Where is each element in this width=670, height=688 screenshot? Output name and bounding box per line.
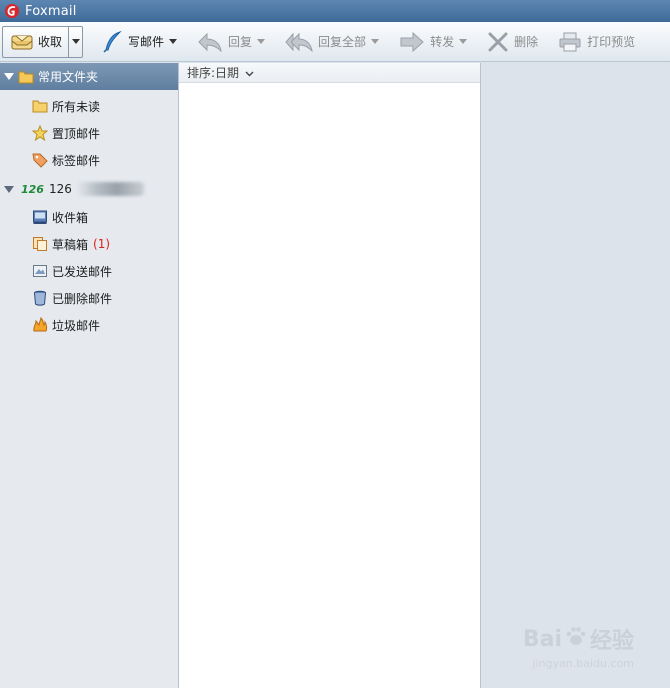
favorites-header-label: 常用文件夹 — [38, 70, 99, 84]
receive-main[interactable]: 收取 — [3, 27, 68, 57]
sidebar-item-label: 已删除邮件 — [52, 291, 113, 306]
junk-icon — [32, 317, 48, 333]
forward-arrow-icon — [399, 31, 425, 52]
delete-button[interactable]: 删除 — [481, 26, 544, 58]
folder-icon — [18, 70, 34, 84]
sidebar-item-all-unread[interactable]: 所有未读 — [32, 97, 100, 115]
account-name: 126 — [48, 182, 72, 196]
trash-icon — [32, 290, 48, 306]
reply-button[interactable]: 回复 — [191, 26, 271, 58]
compose-label: 写邮件 — [128, 35, 165, 49]
chevron-down-icon[interactable] — [245, 66, 254, 80]
sidebar-item-label: 所有未读 — [52, 99, 101, 114]
sidebar-item-tagged[interactable]: 标签邮件 — [32, 151, 100, 169]
reply-all-button[interactable]: 回复全部 — [279, 26, 385, 58]
receive-label: 收取 — [38, 35, 63, 49]
sidebar-item-label: 垃圾邮件 — [52, 318, 101, 333]
forward-label: 转发 — [430, 35, 455, 49]
reading-pane — [481, 63, 670, 688]
chevron-down-icon[interactable] — [169, 39, 178, 44]
folder-sidebar: 常用文件夹 所有未读 置顶邮件 标签邮件 126 126 收件箱 草稿箱 (1)… — [0, 63, 179, 688]
tag-icon — [32, 152, 48, 168]
sort-selector[interactable]: 排序:日期 — [179, 63, 480, 83]
blurred-account-address — [75, 182, 144, 196]
sidebar-item-drafts[interactable]: 草稿箱 (1) — [32, 235, 110, 253]
sent-icon — [32, 263, 48, 279]
foxmail-logo-icon — [4, 3, 20, 19]
chevron-down-icon[interactable] — [257, 39, 266, 44]
reply-label: 回复 — [228, 35, 253, 49]
title-bar: Foxmail — [0, 0, 670, 22]
sidebar-item-sent[interactable]: 已发送邮件 — [32, 262, 112, 280]
sidebar-item-junk[interactable]: 垃圾邮件 — [32, 316, 100, 334]
mail-list-pane: 排序:日期 — [179, 63, 481, 688]
watermark-brand-suffix: 经验 — [589, 629, 634, 654]
126-logo-icon: 126 — [21, 182, 44, 196]
inbox-icon — [32, 209, 48, 225]
reply-all-arrow-icon — [285, 32, 313, 52]
chevron-down-icon — [71, 39, 80, 44]
delete-label: 删除 — [514, 35, 539, 49]
sort-label: 排序:日期 — [187, 66, 240, 80]
paw-icon — [565, 625, 587, 653]
sidebar-item-inbox[interactable]: 收件箱 — [32, 208, 88, 226]
receive-dropdown[interactable] — [68, 26, 82, 57]
collapse-triangle-icon[interactable] — [4, 73, 14, 80]
envelope-icon — [11, 33, 33, 51]
sidebar-item-label: 已发送邮件 — [52, 264, 113, 279]
window-title: Foxmail — [25, 3, 77, 19]
sidebar-item-label: 标签邮件 — [52, 153, 101, 168]
baidu-jingyan-watermark: Bai 经验 jingyan.baidu.com — [522, 623, 634, 671]
print-preview-button[interactable]: 打印预览 — [552, 26, 641, 58]
sidebar-item-label: 置顶邮件 — [52, 126, 101, 141]
chevron-down-icon[interactable] — [371, 39, 380, 44]
sidebar-item-label: 收件箱 — [52, 210, 89, 225]
receive-button[interactable]: 收取 — [2, 25, 84, 58]
drafts-icon — [32, 236, 48, 252]
sidebar-item-deleted[interactable]: 已删除邮件 — [32, 289, 112, 307]
feather-pen-icon — [103, 30, 123, 53]
account-row[interactable]: 126 126 — [4, 180, 144, 198]
reply-all-label: 回复全部 — [318, 35, 367, 49]
main-toolbar: 收取 写邮件 回复 回复全部 转发 删除 打印预览 — [0, 22, 670, 62]
chevron-down-icon[interactable] — [459, 39, 468, 44]
sidebar-item-pinned[interactable]: 置顶邮件 — [32, 124, 100, 142]
unread-count-badge: (1) — [93, 237, 111, 251]
collapse-triangle-icon[interactable] — [4, 185, 14, 193]
sidebar-item-label: 草稿箱 — [52, 237, 89, 252]
reply-arrow-icon — [197, 32, 223, 52]
delete-cross-icon — [487, 32, 509, 52]
watermark-url: jingyan.baidu.com — [532, 657, 634, 670]
compose-button[interactable]: 写邮件 — [97, 26, 183, 58]
watermark-brand: Bai — [522, 626, 562, 652]
print-preview-label: 打印预览 — [587, 35, 636, 49]
favorites-header[interactable]: 常用文件夹 — [0, 63, 178, 90]
forward-button[interactable]: 转发 — [393, 26, 473, 58]
star-icon — [32, 125, 48, 141]
folder-icon — [32, 98, 48, 114]
printer-icon — [558, 32, 582, 52]
